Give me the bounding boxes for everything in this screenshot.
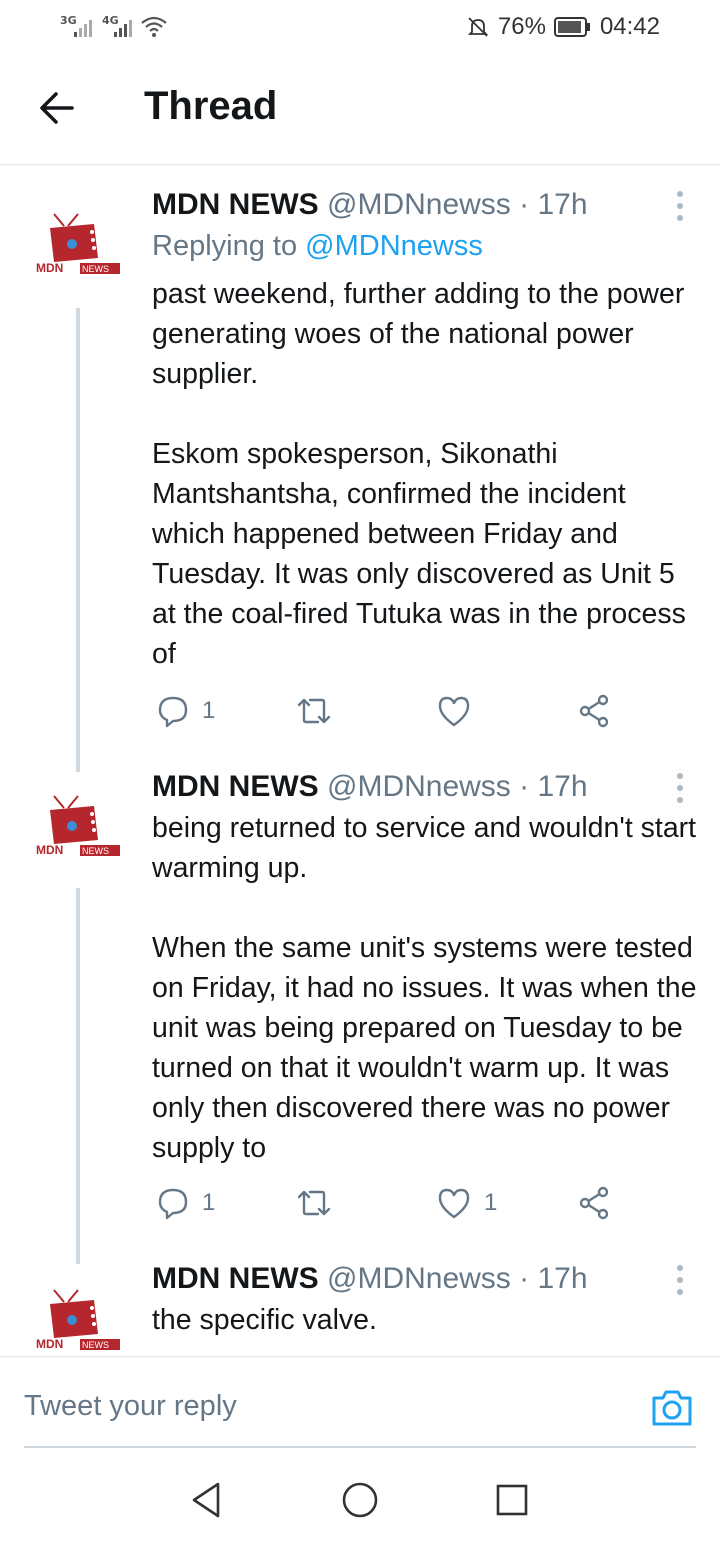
thread-header: [0, 60, 720, 165]
camera-icon[interactable]: [650, 1388, 694, 1428]
svg-text:MDN: MDN: [36, 843, 63, 857]
reply-input[interactable]: Tweet your reply: [24, 1390, 237, 1423]
system-nav-bar: [0, 1470, 720, 1541]
reply-count: 1: [202, 1189, 216, 1216]
reply-icon[interactable]: [156, 1186, 190, 1220]
share-icon[interactable]: [576, 694, 612, 728]
share-icon[interactable]: [576, 1186, 612, 1220]
avatar[interactable]: MDN NEWS: [34, 790, 120, 857]
like-icon[interactable]: [436, 1186, 472, 1220]
nav-home-icon[interactable]: [340, 1480, 380, 1520]
like-action[interactable]: 1: [436, 1186, 497, 1220]
page-title: Thread: [144, 84, 278, 128]
clock: 04:42: [599, 13, 660, 40]
reply-action[interactable]: 1: [156, 1186, 215, 1220]
more-icon[interactable]: [670, 770, 690, 806]
tweet-time: 17h: [537, 188, 588, 221]
svg-text:MDN: MDN: [36, 261, 63, 275]
wifi-icon: [141, 16, 167, 37]
like-action[interactable]: [436, 694, 484, 728]
mute-bell-icon: [467, 17, 489, 37]
separator: ·: [519, 1262, 530, 1295]
reply-underline: [24, 1446, 696, 1448]
author-name[interactable]: MDN NEWS: [152, 188, 319, 221]
reply-count: 1: [202, 697, 216, 724]
tweet-header: MDN NEWS @MDNnewss · 17h: [152, 188, 588, 222]
tweet-text: past weekend, further adding to the powe…: [152, 278, 686, 670]
tweet-time: 17h: [537, 770, 588, 803]
signal-icon-1: [74, 20, 92, 37]
svg-text:NEWS: NEWS: [82, 846, 109, 856]
replying-to: Replying to @MDNnewss: [152, 230, 483, 263]
more-icon[interactable]: [670, 188, 690, 224]
tweet-time: 17h: [537, 1262, 588, 1295]
author-handle[interactable]: @MDNnewss: [327, 188, 511, 221]
reply-icon[interactable]: [156, 694, 190, 728]
separator: ·: [519, 188, 530, 221]
svg-text:NEWS: NEWS: [82, 1340, 109, 1350]
back-arrow-icon[interactable]: [36, 88, 76, 128]
retweet-icon[interactable]: [296, 1186, 332, 1220]
svg-text:MDN: MDN: [36, 1337, 63, 1351]
signal-icon-2: [114, 20, 132, 37]
retweet-action[interactable]: [296, 1186, 344, 1220]
retweet-icon[interactable]: [296, 694, 332, 728]
thread-connector: [76, 308, 80, 772]
tweet-header: MDN NEWS @MDNnewss · 17h: [152, 770, 588, 804]
separator: ·: [519, 770, 530, 803]
reply-action[interactable]: 1: [156, 694, 215, 728]
like-icon[interactable]: [436, 694, 472, 728]
author-name[interactable]: MDN NEWS: [152, 1262, 319, 1295]
status-right: 76% 04:42: [466, 13, 660, 41]
tweet-text: the specific valve.: [152, 1304, 377, 1336]
avatar[interactable]: MDN NEWS: [34, 208, 120, 275]
battery-icon: [553, 17, 590, 37]
like-count: 1: [484, 1189, 498, 1216]
nav-back-icon[interactable]: [188, 1480, 224, 1520]
author-handle[interactable]: @MDNnewss: [327, 1262, 511, 1295]
retweet-action[interactable]: [296, 694, 344, 728]
replying-to-prefix: Replying to: [152, 230, 298, 262]
tweet-header: MDN NEWS @MDNnewss · 17h: [152, 1262, 588, 1296]
thread-connector: [76, 888, 80, 1264]
avatar[interactable]: MDN NEWS: [34, 1284, 120, 1351]
tweet-text: being returned to service and wouldn't s…: [152, 812, 697, 1164]
author-handle[interactable]: @MDNnewss: [327, 770, 511, 803]
author-name[interactable]: MDN NEWS: [152, 770, 319, 803]
nav-recents-icon[interactable]: [494, 1482, 530, 1518]
more-icon[interactable]: [670, 1262, 690, 1298]
battery-percent: 76%: [497, 13, 546, 40]
svg-text:NEWS: NEWS: [82, 264, 109, 274]
status-bar: 3G 4G 76% 04:42: [0, 0, 720, 56]
replying-to-handle[interactable]: @MDNnewss: [305, 230, 483, 262]
